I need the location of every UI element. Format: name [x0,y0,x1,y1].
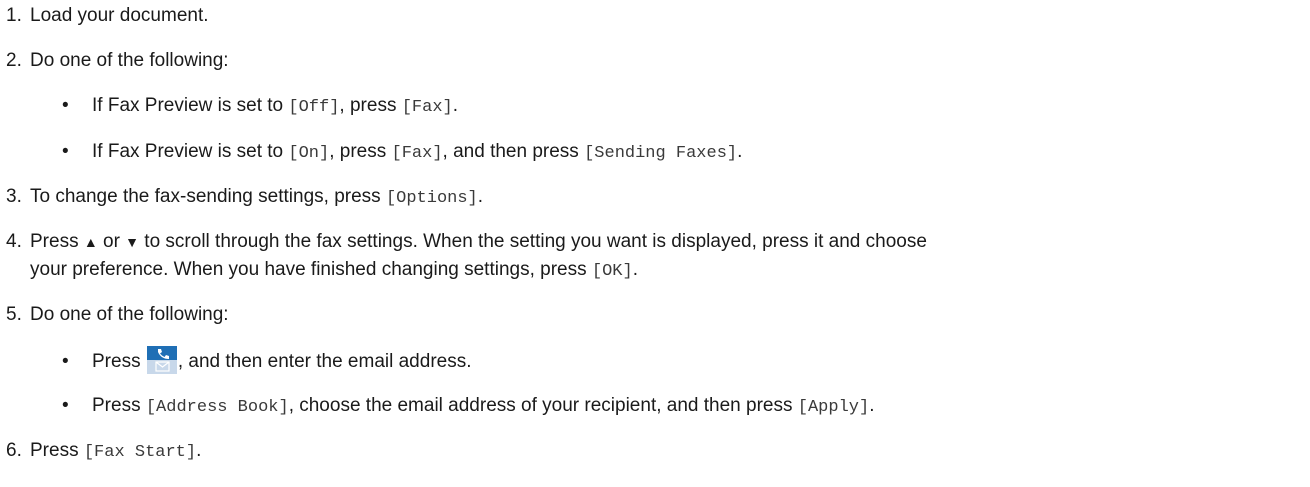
step-4: 4. Press ▲ or ▼ to scroll through the fax… [0,228,927,256]
step-2: 2. Do one of the following: [0,47,229,74]
ui-label-ok: [OK] [591,262,633,281]
step-3: 3. To change the fax-sending settings, pr… [0,183,483,212]
step-text: Load your document. [30,5,209,26]
bullet-item: • Press , and then enter the email addres… [62,346,472,375]
step-4-continued: your preference. When you have finished … [30,259,638,281]
ui-label-options: [Options] [385,189,478,208]
step-number: 6. [6,440,22,461]
ui-label-fax: [Fax] [391,144,443,163]
fax-email-icon [146,346,177,374]
bullet-item: • If Fax Preview is set to [On], press [F… [62,138,742,167]
ui-label-on: [On] [288,144,330,163]
bullet-item: • Press [Address Book], choose the email … [62,392,874,421]
ui-label-off: [Off] [288,98,340,117]
step-5: 5. Do one of the following: [0,301,229,328]
bullet-dot: • [62,141,69,162]
step-number: 5. [6,304,22,325]
step-number: 4. [6,231,22,252]
bullet-dot: • [62,351,69,372]
ui-label-fax-start: [Fax Start] [83,443,197,462]
step-text: Do one of the following: [30,50,229,71]
step-number: 2. [6,50,22,71]
step-1: 1. Load your document. [0,2,209,29]
bullet-dot: • [62,95,69,116]
step-6: 6. Press [Fax Start]. [0,437,201,466]
ui-label-address-book: [Address Book] [145,398,289,417]
ui-label-apply: [Apply] [797,398,870,417]
step-text: Do one of the following: [30,304,229,325]
bullet-item: • If Fax Preview is set to [Off], press [… [62,92,458,121]
ui-label-sending-faxes: [Sending Faxes] [584,144,738,163]
step-number: 3. [6,186,22,207]
step-number: 1. [6,5,22,26]
up-arrow-icon: ▲ [83,234,98,250]
down-arrow-icon: ▼ [125,234,140,250]
bullet-dot: • [62,395,69,416]
ui-label-fax: [Fax] [401,98,453,117]
